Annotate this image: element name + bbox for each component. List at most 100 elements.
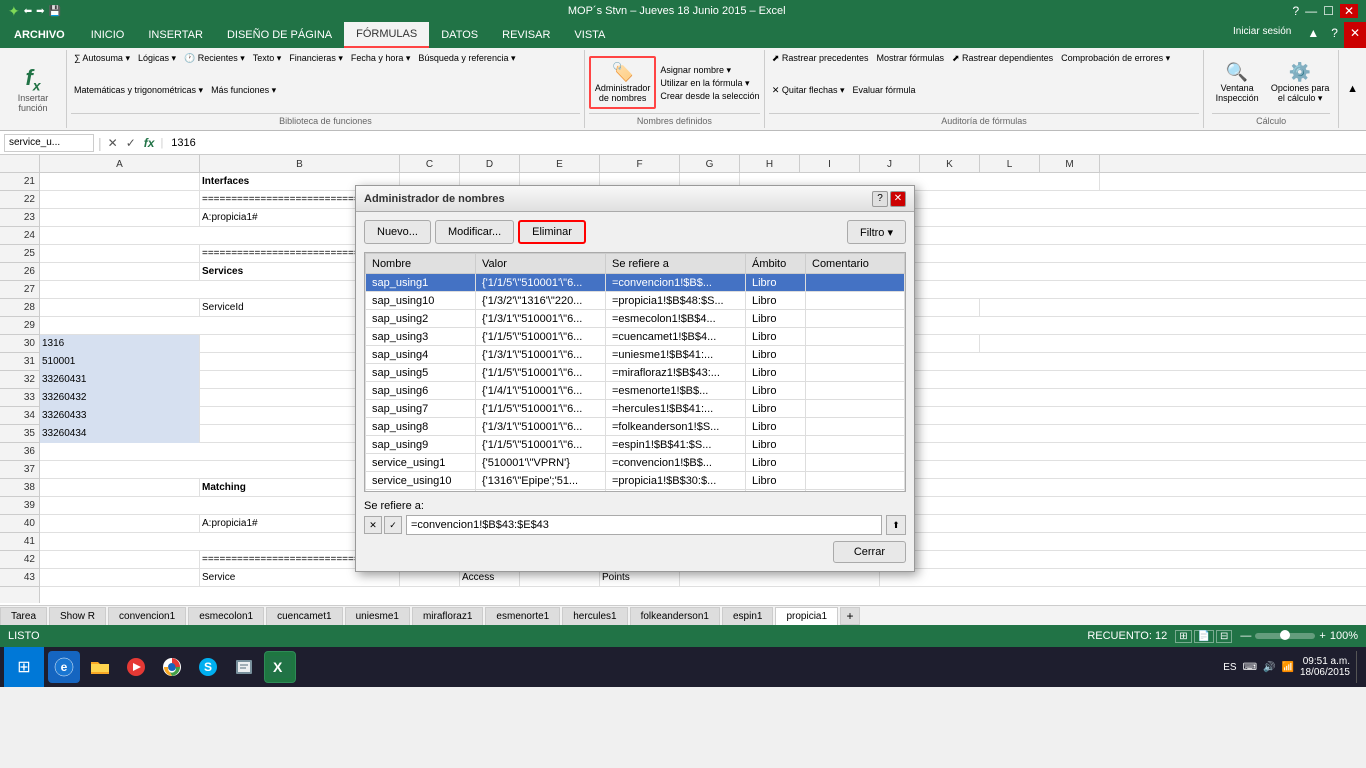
cell-a38[interactable] xyxy=(40,479,200,497)
refers-cancel-icon[interactable]: ✕ xyxy=(364,516,382,534)
tab-datos[interactable]: DATOS xyxy=(429,22,490,48)
cell-a26[interactable] xyxy=(40,263,200,281)
dialog-close-btn[interactable]: ✕ xyxy=(890,191,906,207)
tab-formulas[interactable]: FÓRMULAS xyxy=(344,22,429,48)
tab-revisar[interactable]: REVISAR xyxy=(490,22,562,48)
cell-a42[interactable] xyxy=(40,551,200,569)
normal-view-btn[interactable]: ⊞ xyxy=(1175,630,1191,643)
formula-input[interactable]: 1316 xyxy=(167,137,1362,149)
asignar-nombre-btn[interactable]: Asignar nombre ▾ xyxy=(660,65,759,76)
folder-icon[interactable] xyxy=(84,651,116,683)
file-manager-icon[interactable] xyxy=(228,651,260,683)
rastrear-dep-btn[interactable]: ⬈ Rastrear dependientes xyxy=(949,52,1056,82)
tab-inicio[interactable]: INICIO xyxy=(79,22,137,48)
page-layout-btn[interactable]: 📄 xyxy=(1194,630,1214,643)
tab-uniesme1[interactable]: uniesme1 xyxy=(345,607,410,625)
tab-insertar[interactable]: INSERTAR xyxy=(136,22,215,48)
tab-folkeanderson1[interactable]: folkeanderson1 xyxy=(630,607,720,625)
table-row[interactable]: service_using1 {'510001'\"VPRN'} =conven… xyxy=(366,454,905,472)
zoom-in-btn[interactable]: + xyxy=(1319,630,1325,642)
ventana-inspeccion-btn[interactable]: 🔍 VentanaInspección xyxy=(1212,62,1262,103)
table-row[interactable]: sap_using5 {'1/1/5'\"510001'\"6... =mira… xyxy=(366,364,905,382)
table-row[interactable]: sap_using1 {'1/1/5'\"510001'\"6... =conv… xyxy=(366,274,905,292)
tab-cuencamet1[interactable]: cuencamet1 xyxy=(266,607,342,625)
col-header-e[interactable]: E xyxy=(520,155,600,173)
dialog-help-btn[interactable]: ? xyxy=(872,191,888,207)
names-table-container[interactable]: Nombre Valor Se refiere a Ámbito Comenta… xyxy=(364,252,906,492)
new-name-btn[interactable]: Nuevo... xyxy=(364,220,431,244)
signin-link[interactable]: Iniciar sesión xyxy=(1223,22,1301,48)
recientes-btn[interactable]: 🕐 Recientes ▾ xyxy=(181,52,248,82)
col-header-j[interactable]: J xyxy=(860,155,920,173)
excel-taskbar-icon[interactable]: X xyxy=(264,651,296,683)
autosuma-btn[interactable]: ∑ Autosuma ▾ xyxy=(71,52,133,82)
cell-a43[interactable] xyxy=(40,569,200,587)
tab-esmenorte1[interactable]: esmenorte1 xyxy=(485,607,560,625)
cell-a31[interactable]: 510001 xyxy=(40,353,200,371)
name-box[interactable] xyxy=(4,134,94,152)
logicas-btn[interactable]: Lógicas ▾ xyxy=(135,52,179,82)
ie-icon[interactable]: e xyxy=(48,651,80,683)
texto-btn[interactable]: Texto ▾ xyxy=(250,52,285,82)
tab-mirafloraz1[interactable]: mirafloraz1 xyxy=(412,607,483,625)
start-button[interactable]: ⊞ xyxy=(4,647,44,687)
table-row[interactable]: sap_using2 {'1/3/1'\"510001'\"6... =esme… xyxy=(366,310,905,328)
refers-confirm-icon[interactable]: ✓ xyxy=(384,516,402,534)
cell-a28[interactable] xyxy=(40,299,200,317)
opciones-calculo-btn[interactable]: ⚙️ Opciones parael cálculo ▾ xyxy=(1270,62,1330,104)
refers-input[interactable] xyxy=(406,515,882,535)
fecha-btn[interactable]: Fecha y hora ▾ xyxy=(348,52,414,82)
col-header-l[interactable]: L xyxy=(980,155,1040,173)
rastrear-prec-btn[interactable]: ⬈ Rastrear precedentes xyxy=(769,52,872,82)
table-row[interactable]: sap_using10 {'1/3/2'\"1316'\"220... =pro… xyxy=(366,292,905,310)
mostrar-formulas-btn[interactable]: Mostrar fórmulas xyxy=(873,52,947,82)
page-break-btn[interactable]: ⊟ xyxy=(1216,630,1232,643)
col-header-m[interactable]: M xyxy=(1040,155,1100,173)
mas-funciones-btn[interactable]: Más funciones ▾ xyxy=(208,84,279,114)
ribbon-expand[interactable]: ▲ xyxy=(1339,50,1366,128)
show-desktop-btn[interactable] xyxy=(1356,651,1362,683)
cell-a30[interactable]: 1316 xyxy=(40,335,200,353)
comprobacion-btn[interactable]: Comprobación de errores ▾ xyxy=(1058,52,1173,82)
insert-function-btn[interactable]: fx Insertarfunción xyxy=(8,65,58,113)
dialog-cerrar-btn[interactable]: Cerrar xyxy=(833,541,906,563)
cell-a32[interactable]: 33260431 xyxy=(40,371,200,389)
table-row[interactable]: sap_using6 {'1/4/1'\"510001'\"6... =esme… xyxy=(366,382,905,400)
col-header-d[interactable]: D xyxy=(460,155,520,173)
table-row[interactable]: sap_using3 {'1/1/5'\"510001'\"6... =cuen… xyxy=(366,328,905,346)
tab-show-r[interactable]: Show R xyxy=(49,607,106,625)
table-row[interactable]: sap_using4 {'1/3/1'\"510001'\"6... =unie… xyxy=(366,346,905,364)
cell-a21[interactable] xyxy=(40,173,200,191)
zoom-slider[interactable] xyxy=(1255,633,1315,639)
table-row[interactable]: service_using10 {'1316'\"Epipe';'51... =… xyxy=(366,472,905,490)
cell-a40[interactable] xyxy=(40,515,200,533)
cell-a22[interactable] xyxy=(40,191,200,209)
add-sheet-btn[interactable]: + xyxy=(840,607,860,625)
cell-a25[interactable] xyxy=(40,245,200,263)
eliminate-name-btn[interactable]: Eliminar xyxy=(518,220,586,244)
matematicas-btn[interactable]: Matemáticas y trigonométricas ▾ xyxy=(71,84,206,114)
cell-a34[interactable]: 33260433 xyxy=(40,407,200,425)
confirm-formula-icon[interactable]: ✓ xyxy=(124,136,138,150)
cell-a23[interactable] xyxy=(40,209,200,227)
ribbon-options[interactable]: ? xyxy=(1325,22,1344,48)
crear-seleccion-btn[interactable]: Crear desde la selección xyxy=(660,91,759,101)
cancel-formula-icon[interactable]: ✕ xyxy=(106,136,120,150)
tab-espin1[interactable]: espin1 xyxy=(722,607,773,625)
cell-a35[interactable]: 33260434 xyxy=(40,425,200,443)
col-header-f[interactable]: F xyxy=(600,155,680,173)
table-row[interactable]: sap_using7 {'1/1/5'\"510001'\"6... =herc… xyxy=(366,400,905,418)
busqueda-btn[interactable]: Búsqueda y referencia ▾ xyxy=(415,52,518,82)
insert-function-small-icon[interactable]: fx xyxy=(142,136,157,150)
table-row[interactable]: service_using2 {'510001'\"VPRN'\"... =es… xyxy=(366,490,905,493)
tab-propicia1[interactable]: propicia1 xyxy=(775,607,838,625)
quitar-flechas-btn[interactable]: ✕ Quitar flechas ▾ xyxy=(769,84,848,114)
col-header-h[interactable]: H xyxy=(740,155,800,173)
table-row[interactable]: sap_using9 {'1/1/5'\"510001'\"6... =espi… xyxy=(366,436,905,454)
col-header-b[interactable]: B xyxy=(200,155,400,173)
col-header-g[interactable]: G xyxy=(680,155,740,173)
cell-a33[interactable]: 33260432 xyxy=(40,389,200,407)
tab-vista[interactable]: VISTA xyxy=(562,22,617,48)
administrador-btn[interactable]: 🏷️ Administradorde nombres xyxy=(589,56,657,109)
names-manager-dialog[interactable]: Administrador de nombres ? ✕ Nuevo... Mo… xyxy=(355,185,915,572)
